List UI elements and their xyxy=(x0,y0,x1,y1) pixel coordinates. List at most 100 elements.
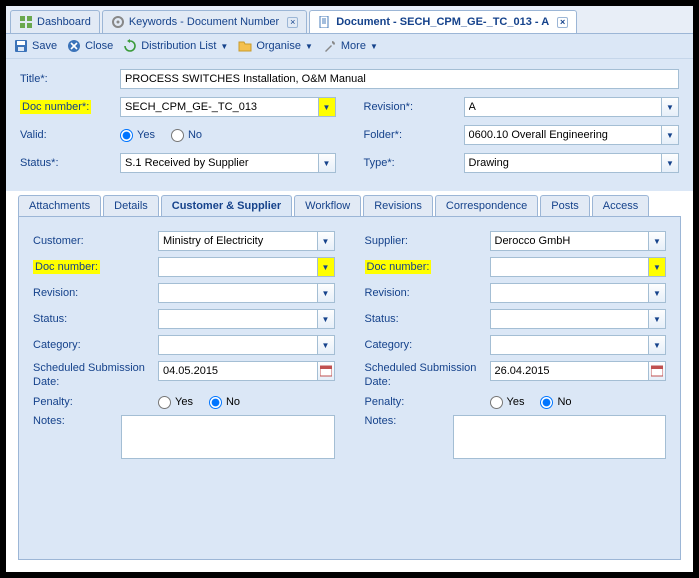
type-dropdown-button[interactable]: ▼ xyxy=(661,153,679,173)
tab-customer-supplier[interactable]: Customer & Supplier xyxy=(161,195,292,216)
inner-tabbar: Attachments Details Customer & Supplier … xyxy=(18,195,681,216)
cust-docnum-dropdown-button[interactable]: ▼ xyxy=(317,257,335,277)
cust-sched-label: Scheduled Submission Date: xyxy=(33,361,158,390)
valid-no-radio[interactable]: No xyxy=(171,129,202,142)
form-area: Title*: Doc number*: ▼ Revision*: ▼ xyxy=(6,59,693,191)
supplier-input[interactable] xyxy=(490,231,649,251)
close-icon[interactable]: × xyxy=(287,17,298,28)
calendar-icon[interactable] xyxy=(648,361,666,381)
cust-revision-label: Revision: xyxy=(33,287,158,299)
cust-penalty-yes-radio[interactable]: Yes xyxy=(158,396,193,409)
supp-category-label: Category: xyxy=(365,339,490,351)
folder-dropdown-button[interactable]: ▼ xyxy=(661,125,679,145)
folder-icon xyxy=(238,39,252,53)
tab-details[interactable]: Details xyxy=(103,195,159,216)
page-icon xyxy=(318,15,332,29)
supp-category-dropdown-button[interactable]: ▼ xyxy=(648,335,666,355)
chevron-down-icon: ▼ xyxy=(220,42,228,51)
supp-penalty-yes-radio[interactable]: Yes xyxy=(490,396,525,409)
supp-penalty-no-radio[interactable]: No xyxy=(540,396,571,409)
customer-label: Customer: xyxy=(33,235,158,247)
tab-keywords[interactable]: Keywords - Document Number × xyxy=(102,10,307,33)
close-icon[interactable]: × xyxy=(557,17,568,28)
folder-label: Folder*: xyxy=(364,129,464,141)
tab-access[interactable]: Access xyxy=(592,195,649,216)
tab-correspondence[interactable]: Correspondence xyxy=(435,195,538,216)
tab-posts[interactable]: Posts xyxy=(540,195,590,216)
supp-category-input[interactable] xyxy=(490,335,649,355)
supp-docnum-dropdown-button[interactable]: ▼ xyxy=(648,257,666,277)
close-circle-icon xyxy=(67,39,81,53)
title-input[interactable] xyxy=(120,69,679,89)
distribution-list-button[interactable]: Distribution List ▼ xyxy=(123,39,228,53)
cust-revision-input[interactable] xyxy=(158,283,317,303)
button-label: Distribution List xyxy=(141,40,216,52)
supp-notes-input[interactable] xyxy=(453,415,666,459)
supplier-dropdown-button[interactable]: ▼ xyxy=(648,231,666,251)
cust-category-dropdown-button[interactable]: ▼ xyxy=(317,335,335,355)
supp-penalty-label: Penalty: xyxy=(365,396,490,408)
cust-notes-label: Notes: xyxy=(33,415,121,427)
cust-notes-input[interactable] xyxy=(121,415,334,459)
button-label: Organise xyxy=(256,40,301,52)
tab-document[interactable]: Document - SECH_CPM_GE-_TC_013 - A × xyxy=(309,10,577,33)
supp-sched-label: Scheduled Submission Date: xyxy=(365,361,490,390)
cust-docnum-label: Doc number: xyxy=(33,261,158,273)
title-label: Title*: xyxy=(20,73,120,85)
button-label: Close xyxy=(85,40,113,52)
docnum-label: Doc number*: xyxy=(20,101,120,113)
revision-dropdown-button[interactable]: ▼ xyxy=(661,97,679,117)
cust-penalty-no-radio[interactable]: No xyxy=(209,396,240,409)
type-input[interactable] xyxy=(464,153,662,173)
status-input[interactable] xyxy=(120,153,318,173)
cust-revision-dropdown-button[interactable]: ▼ xyxy=(317,283,335,303)
customer-input[interactable] xyxy=(158,231,317,251)
cust-sched-input[interactable] xyxy=(158,361,317,381)
supp-docnum-input[interactable] xyxy=(490,257,649,277)
docnum-input[interactable] xyxy=(120,97,318,117)
supplier-column: Supplier: ▼ Doc number: ▼ Revision: ▼ St… xyxy=(365,231,667,465)
revision-input[interactable] xyxy=(464,97,662,117)
tab-dashboard[interactable]: Dashboard xyxy=(10,10,100,33)
cust-status-input[interactable] xyxy=(158,309,317,329)
close-button[interactable]: Close xyxy=(67,39,113,53)
revision-label: Revision*: xyxy=(364,101,464,113)
cust-status-dropdown-button[interactable]: ▼ xyxy=(317,309,335,329)
chevron-down-icon: ▼ xyxy=(370,42,378,51)
customer-column: Customer: ▼ Doc number: ▼ Revision: ▼ St… xyxy=(33,231,335,465)
cust-docnum-input[interactable] xyxy=(158,257,317,277)
customer-supplier-panel: Customer: ▼ Doc number: ▼ Revision: ▼ St… xyxy=(18,216,681,560)
tab-label: Document - SECH_CPM_GE-_TC_013 - A xyxy=(336,16,549,28)
supp-docnum-label: Doc number: xyxy=(365,261,490,273)
more-button[interactable]: More ▼ xyxy=(323,39,378,53)
folder-input[interactable] xyxy=(464,125,662,145)
supp-notes-label: Notes: xyxy=(365,415,453,427)
tab-label: Keywords - Document Number xyxy=(129,16,279,28)
tab-revisions[interactable]: Revisions xyxy=(363,195,433,216)
cust-category-label: Category: xyxy=(33,339,158,351)
button-label: More xyxy=(341,40,366,52)
tab-workflow[interactable]: Workflow xyxy=(294,195,361,216)
save-button[interactable]: Save xyxy=(14,39,57,53)
supp-status-label: Status: xyxy=(365,313,490,325)
supp-status-input[interactable] xyxy=(490,309,649,329)
customer-dropdown-button[interactable]: ▼ xyxy=(317,231,335,251)
calendar-icon[interactable] xyxy=(317,361,335,381)
chevron-down-icon: ▼ xyxy=(305,42,313,51)
cust-penalty-label: Penalty: xyxy=(33,396,158,408)
docnum-dropdown-button[interactable]: ▼ xyxy=(318,97,336,117)
cust-status-label: Status: xyxy=(33,313,158,325)
status-dropdown-button[interactable]: ▼ xyxy=(318,153,336,173)
supp-revision-dropdown-button[interactable]: ▼ xyxy=(648,283,666,303)
organise-button[interactable]: Organise ▼ xyxy=(238,39,313,53)
main-tabbar: Dashboard Keywords - Document Number × D… xyxy=(6,6,693,34)
valid-yes-radio[interactable]: Yes xyxy=(120,129,155,142)
supp-sched-input[interactable] xyxy=(490,361,649,381)
tab-attachments[interactable]: Attachments xyxy=(18,195,101,216)
grid-icon xyxy=(19,15,33,29)
supp-status-dropdown-button[interactable]: ▼ xyxy=(648,309,666,329)
cust-category-input[interactable] xyxy=(158,335,317,355)
supp-revision-input[interactable] xyxy=(490,283,649,303)
supplier-label: Supplier: xyxy=(365,235,490,247)
type-label: Type*: xyxy=(364,157,464,169)
